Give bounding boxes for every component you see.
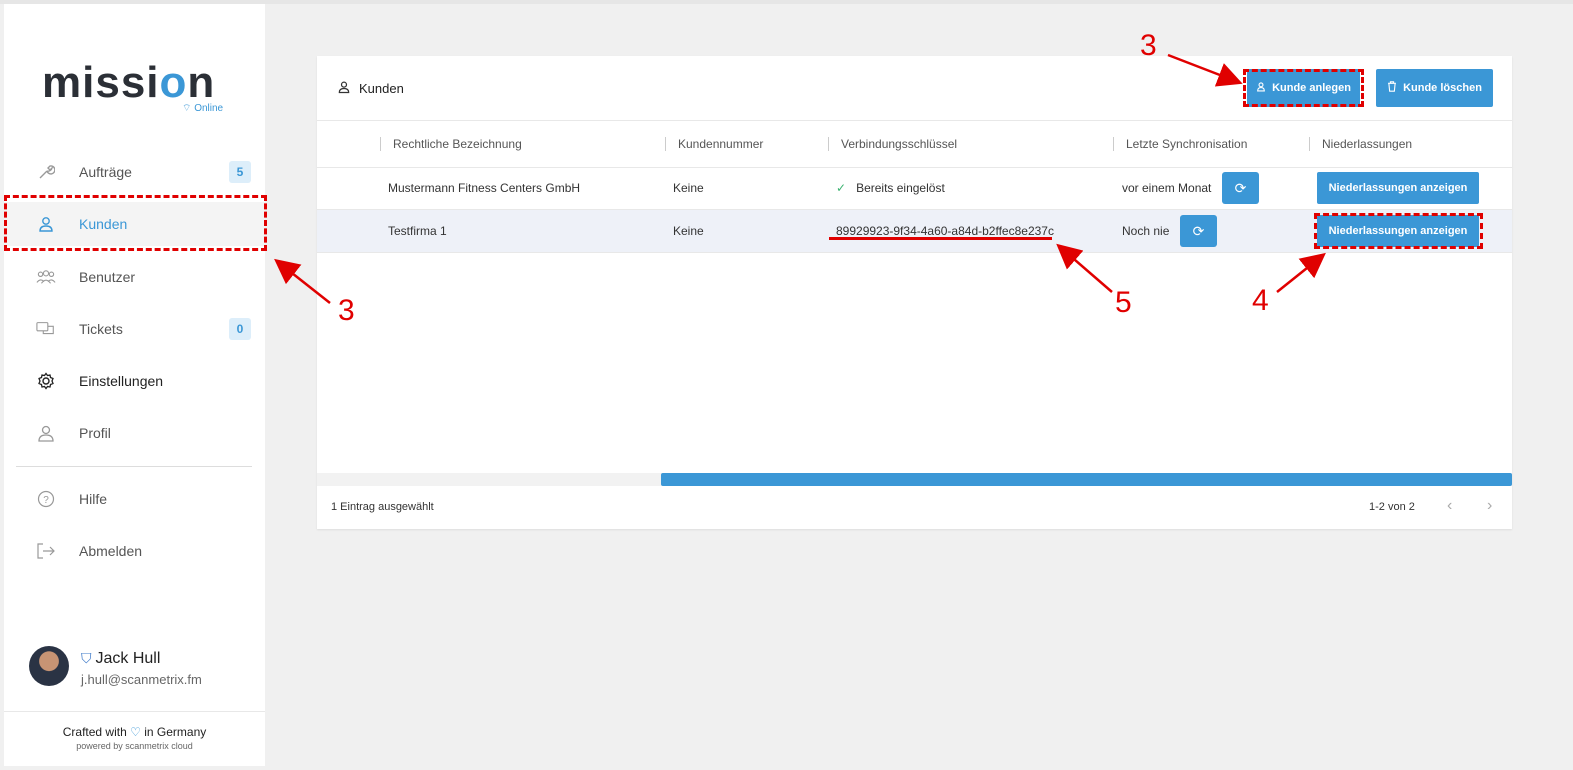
annotation-arrows <box>274 53 1326 304</box>
arrow-to-create-button <box>1167 53 1243 87</box>
arrow-to-key <box>1056 243 1113 293</box>
arrow-to-branch-button <box>1276 252 1326 293</box>
arrow-to-sidebar-kunden <box>274 258 331 304</box>
